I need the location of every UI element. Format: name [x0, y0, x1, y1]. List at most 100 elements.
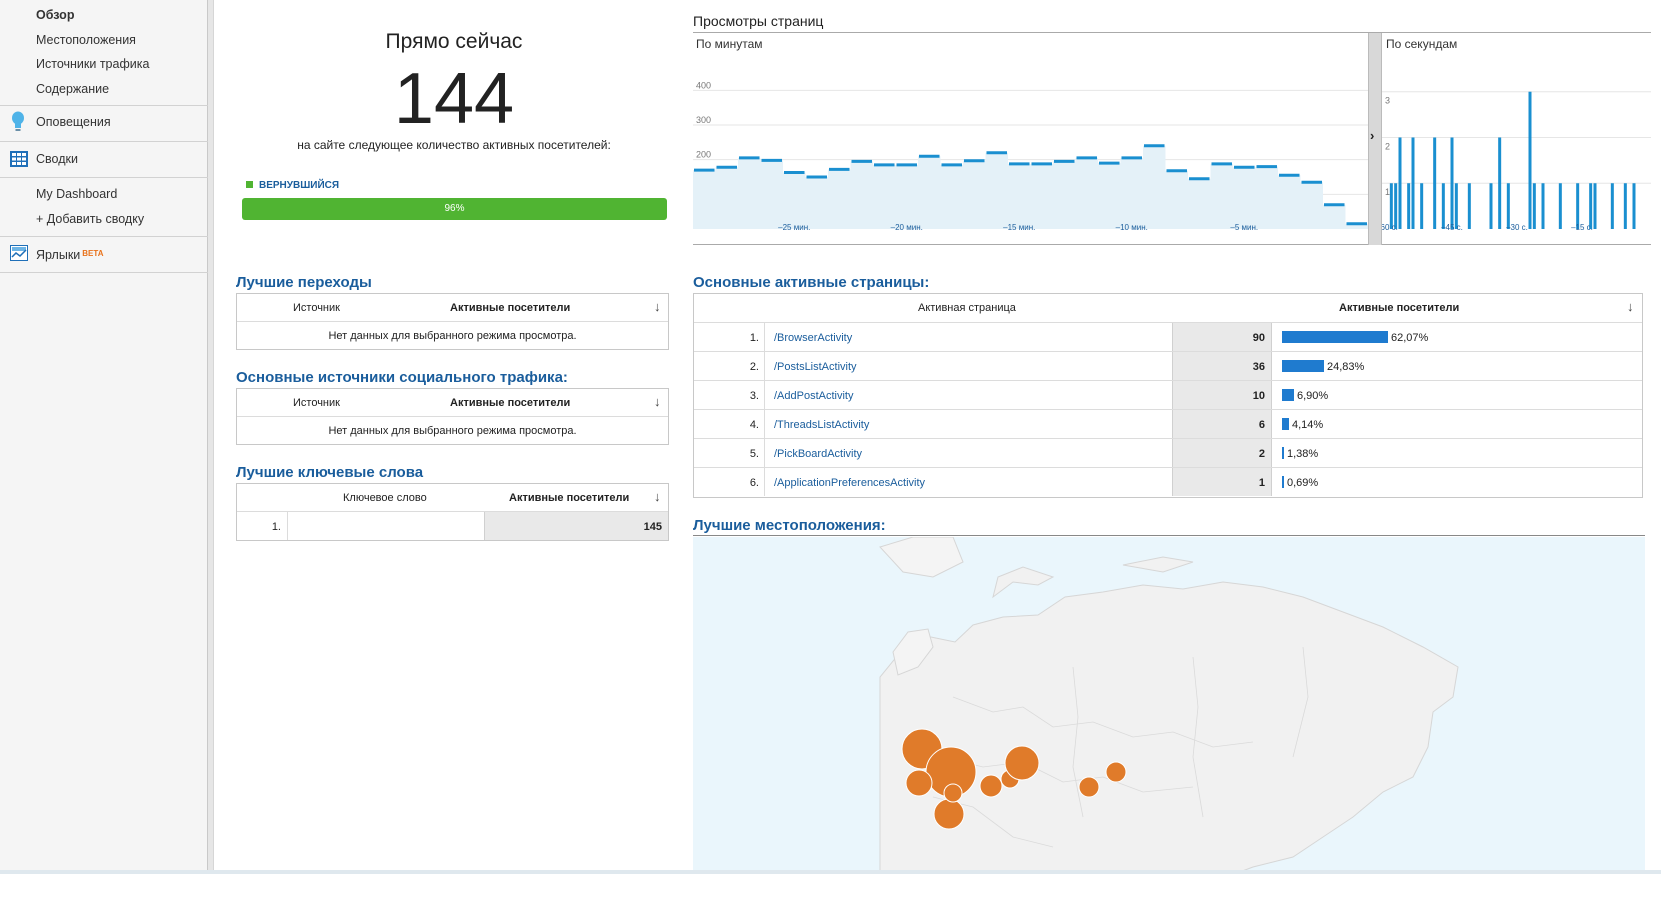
row-number: 5. — [749, 448, 759, 460]
x-tick-label: –45 с. — [1441, 223, 1463, 232]
no-data-message: Нет данных для выбранного режима просмот… — [328, 330, 577, 342]
row-number: 1. — [749, 332, 759, 344]
x-tick-label: –10 мин. — [1116, 223, 1148, 232]
sidebar-item-overview[interactable]: Обзор — [36, 8, 74, 22]
sidebar-divider — [0, 177, 208, 178]
grid-icon — [10, 151, 28, 172]
sidebar-item-dashboards[interactable]: Сводки — [36, 152, 78, 166]
page-link[interactable]: /ThreadsListActivity — [774, 419, 869, 431]
sidebar-divider — [0, 141, 208, 142]
data-bar — [1489, 183, 1493, 229]
page-link[interactable]: /AddPostActivity — [774, 390, 853, 402]
y-tick-label: 400 — [696, 80, 711, 90]
returning-progress-bar: 96% — [242, 198, 667, 220]
sort-arrow-icon[interactable]: ↓ — [1627, 299, 1634, 314]
data-bar — [1450, 137, 1454, 229]
row-number: 2. — [749, 361, 759, 373]
data-bar — [1528, 91, 1532, 230]
chevron-right-icon[interactable]: › — [1370, 128, 1374, 143]
table-row: 3. /AddPostActivity 10 6,90% — [694, 380, 1642, 409]
sidebar-divider — [0, 236, 208, 237]
row-number: 3. — [749, 390, 759, 402]
sort-arrow-icon[interactable]: ↓ — [654, 394, 661, 409]
column-active-visitors[interactable]: Активные посетители — [509, 492, 629, 504]
share-percent: 4,14% — [1292, 419, 1324, 431]
top-referrals-title: Лучшие переходы — [236, 274, 372, 291]
right-now-title: Прямо сейчас — [385, 30, 523, 53]
status-strip — [0, 870, 1661, 904]
share-percent: 1,38% — [1287, 448, 1319, 460]
location-bubble — [933, 798, 965, 830]
row-number: 1. — [271, 521, 281, 533]
table-row: 5. /PickBoardActivity 2 1,38% — [694, 438, 1642, 467]
visitors-value: 10 — [1252, 390, 1265, 402]
page-link[interactable]: /ApplicationPreferencesActivity — [774, 477, 925, 489]
legend-swatch — [246, 181, 253, 188]
x-tick-label: –25 мин. — [778, 223, 810, 232]
data-bar — [1407, 183, 1411, 229]
top-locations-title: Лучшие местоположения: — [693, 517, 886, 534]
location-bubble — [1078, 776, 1100, 798]
column-keyword[interactable]: Ключевое слово — [343, 492, 427, 504]
sidebar-divider — [0, 272, 208, 273]
social-table: Источник Активные посетители ↓ Нет данны… — [236, 388, 669, 445]
data-bar — [1411, 137, 1415, 229]
data-bar — [1433, 137, 1437, 229]
page-link[interactable]: /BrowserActivity — [774, 332, 852, 344]
column-source[interactable]: Источник — [293, 302, 340, 314]
y-tick-label: 3 — [1385, 96, 1390, 106]
share-bar — [1282, 418, 1289, 430]
page-link[interactable]: /PickBoardActivity — [774, 448, 862, 460]
sidebar-item-locations[interactable]: Местоположения — [36, 33, 136, 47]
data-bar — [1498, 137, 1502, 229]
sidebar-resize-handle[interactable] — [208, 0, 214, 870]
share-percent: 0,69% — [1287, 477, 1319, 489]
y-tick-label: 1 — [1385, 187, 1390, 197]
sidebar-item-traffic-sources[interactable]: Источники трафика — [36, 57, 149, 71]
x-tick-label: –60 с. — [1382, 223, 1398, 232]
sidebar-item-shortcuts[interactable]: Ярлыки BETA — [36, 248, 103, 262]
no-data-message: Нет данных для выбранного режима просмот… — [328, 425, 577, 437]
column-active-visitors[interactable]: Активные посетители — [450, 397, 570, 409]
location-bubble — [1004, 745, 1040, 781]
referrals-table: Источник Активные посетители ↓ Нет данны… — [236, 293, 669, 350]
column-active-page[interactable]: Активная страница — [918, 302, 1016, 314]
x-tick-label: –5 мин. — [1230, 223, 1258, 232]
sidebar: Обзор Местоположения Источники трафика С… — [0, 0, 208, 870]
column-active-visitors[interactable]: Активные посетители — [1339, 302, 1459, 314]
row-number: 6. — [749, 477, 759, 489]
social-sources-title: Основные источники социального трафика: — [236, 369, 568, 386]
data-bar — [1632, 183, 1636, 229]
data-bar — [1558, 183, 1562, 229]
visitors-value: 90 — [1252, 332, 1265, 344]
world-map — [879, 537, 1459, 894]
active-visitors-caption: на сайте следующее количество активных п… — [297, 138, 611, 152]
location-bubble — [1105, 761, 1127, 783]
sidebar-item-alerts[interactable]: Оповещения — [36, 115, 111, 129]
share-bar — [1282, 476, 1284, 488]
sort-arrow-icon[interactable]: ↓ — [654, 489, 661, 504]
analytics-realtime-page: Обзор Местоположения Источники трафика С… — [0, 0, 1661, 904]
page-link[interactable]: /PostsListActivity — [774, 361, 857, 373]
table-row: 6. /ApplicationPreferencesActivity 1 0,69% — [694, 467, 1642, 496]
add-dashboard-link[interactable]: + Добавить сводку — [36, 212, 144, 226]
visitors-value: 2 — [1258, 448, 1265, 460]
x-tick-label: –15 мин. — [1003, 223, 1035, 232]
sidebar-item-content[interactable]: Содержание — [36, 82, 109, 96]
sidebar-item-my-dashboard[interactable]: My Dashboard — [36, 187, 117, 201]
column-active-visitors[interactable]: Активные посетители — [450, 302, 570, 314]
sort-arrow-icon[interactable]: ↓ — [654, 299, 661, 314]
column-source[interactable]: Источник — [293, 397, 340, 409]
location-bubble — [905, 769, 933, 797]
active-pages-table: Активная страница Активные посетители ↓ … — [693, 293, 1643, 498]
y-tick-label: 300 — [696, 115, 711, 125]
visitors-value: 36 — [1252, 361, 1265, 373]
table-row: 1. /BrowserActivity 90 62,07% — [694, 322, 1642, 351]
data-bar — [1610, 183, 1614, 229]
table-row: 2. /PostsListActivity 36 24,83% — [694, 351, 1642, 380]
locations-map[interactable] — [693, 537, 1645, 894]
section-divider — [693, 535, 1645, 536]
data-bar — [1467, 183, 1471, 229]
lightbulb-icon — [10, 111, 26, 138]
share-percent: 24,83% — [1327, 361, 1365, 373]
